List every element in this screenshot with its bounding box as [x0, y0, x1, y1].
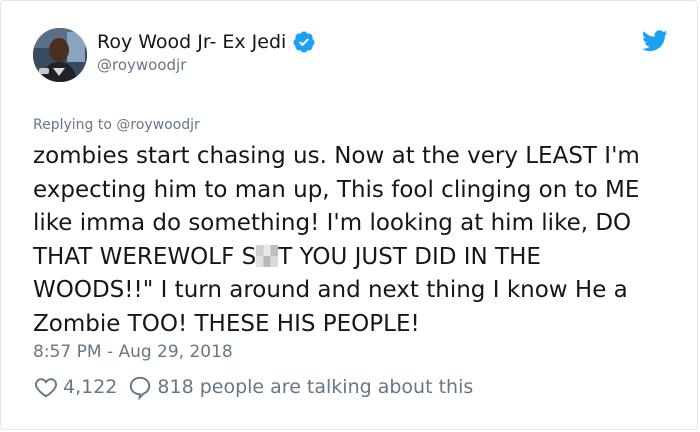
- reply-context: Replying to @roywoodjr: [33, 117, 200, 133]
- tweet-line: WOODS!!" I turn around and next thing I …: [33, 277, 628, 304]
- tweet-card: Roy Wood Jr- Ex Jedi @roywoodjr Replying…: [0, 0, 698, 430]
- author-handle[interactable]: @roywoodjr: [97, 56, 186, 74]
- censor-pixelation: [256, 244, 279, 267]
- tweet-line: Zombie TOO! THESE HIS PEOPLE!: [33, 310, 420, 337]
- tweet-line-censored: THAT WEREWOLF S T YOU JUST DID IN THE: [33, 241, 683, 275]
- engagement-bar: 4,122 818 people are talking about this: [33, 374, 473, 400]
- verified-badge-icon: [293, 31, 315, 53]
- tweet-line-part: THAT WEREWOLF S: [33, 243, 257, 270]
- author-name-row: Roy Wood Jr- Ex Jedi: [97, 30, 316, 54]
- tweet-line: expecting him to man up, This fool cling…: [33, 176, 640, 203]
- speech-bubble-icon[interactable]: [127, 374, 153, 400]
- heart-outline-icon[interactable]: [33, 374, 59, 400]
- twitter-bird-icon[interactable]: [642, 30, 668, 52]
- tweet-line-part: T YOU JUST DID IN THE: [278, 243, 541, 270]
- display-name[interactable]: Roy Wood Jr- Ex Jedi: [97, 31, 286, 53]
- conversation-count[interactable]: 818 people are talking about this: [157, 376, 473, 398]
- avatar-image: [33, 28, 87, 82]
- reply-prefix: Replying to: [33, 117, 117, 133]
- reply-to-handle[interactable]: @roywoodjr: [116, 117, 199, 133]
- tweet-line: like imma do something! I'm looking at h…: [33, 210, 632, 237]
- tweet-line: zombies start chasing us. Now at the ver…: [33, 143, 640, 169]
- like-count[interactable]: 4,122: [63, 376, 117, 398]
- tweet-text: zombies start chasing us. Now at the ver…: [33, 140, 683, 342]
- tweet-timestamp[interactable]: 8:57 PM - Aug 29, 2018: [33, 342, 233, 362]
- avatar[interactable]: [33, 28, 87, 82]
